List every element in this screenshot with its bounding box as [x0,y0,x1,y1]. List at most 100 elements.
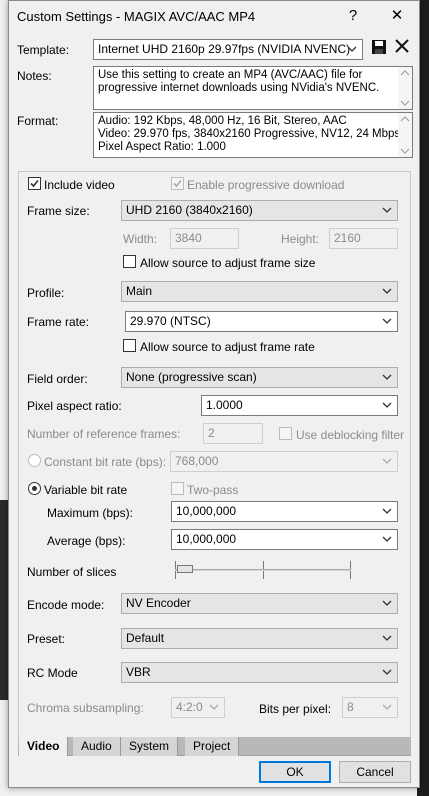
rc-mode-label: RC Mode [27,666,78,680]
bits-per-pixel-label: Bits per pixel: [259,702,332,716]
frame-size-label: Frame size: [27,204,90,218]
allow-frame-size-label: Allow source to adjust frame size [140,256,316,270]
chevron-down-icon [347,46,357,52]
include-video-label: Include video [44,178,115,192]
chevron-down-icon [382,600,392,606]
vbr-label: Variable bit rate [44,483,128,497]
encode-mode-label: Encode mode: [27,598,105,612]
cancel-button[interactable]: Cancel [339,761,411,783]
close-button[interactable]: ✕ [383,3,411,29]
scroll-up-icon[interactable] [400,69,410,77]
format-textarea: Audio: 192 Kbps, 48,000 Hz, 16 Bit, Ster… [93,112,413,158]
vbr-radio[interactable] [28,482,41,495]
scroll-down-icon[interactable] [400,147,410,155]
maximum-bps-value: 10,000,000 [176,504,237,518]
width-label: Width: [123,232,158,246]
slider-track[interactable] [175,569,351,571]
format-label: Format: [17,114,59,128]
average-bps-dropdown[interactable]: 10,000,000 [171,529,398,550]
tab-system[interactable]: System [121,737,179,756]
encode-mode-dropdown[interactable]: NV Encoder [121,593,398,614]
allow-frame-size-checkbox[interactable] [123,255,136,268]
save-icon[interactable] [371,39,387,55]
notes-scrollbar[interactable] [398,67,412,109]
chevron-down-icon [382,458,392,464]
help-button[interactable]: ? [339,3,367,29]
ok-button[interactable]: OK [259,761,331,783]
frame-rate-value: 29.970 (NTSC) [130,314,211,328]
rc-mode-value: VBR [126,665,151,679]
checkmark-icon [173,179,182,188]
allow-frame-rate-checkbox[interactable] [123,339,136,352]
include-video-checkbox[interactable] [28,177,41,190]
tab-video[interactable]: Video [19,737,69,756]
cbr-label: Constant bit rate (bps): [44,455,167,469]
field-order-label: Field order: [27,372,88,386]
format-line: Pixel Aspect Ratio: 1.000 [98,141,226,153]
average-bps-value: 10,000,000 [176,532,237,546]
progressive-download-label: Enable progressive download [187,178,345,192]
scroll-up-icon[interactable] [400,115,410,123]
chevron-down-icon [382,508,392,514]
custom-settings-dialog: Custom Settings - MAGIX AVC/AAC MP4 ? ✕ … [8,0,420,788]
maximum-bps-dropdown[interactable]: 10,000,000 [171,501,398,522]
progressive-download-checkbox[interactable] [171,177,184,190]
rc-mode-dropdown[interactable]: VBR [121,662,398,683]
pixel-aspect-label: Pixel aspect ratio: [27,399,122,413]
chevron-down-icon [382,374,392,380]
ref-frames-input[interactable]: 2 [203,423,263,444]
tab-audio[interactable]: Audio [73,737,121,756]
dialog-title: Custom Settings - MAGIX AVC/AAC MP4 [17,9,256,24]
profile-dropdown[interactable]: Main [121,281,398,302]
deblocking-checkbox[interactable] [279,427,292,440]
delete-icon[interactable] [395,39,409,53]
profile-value: Main [126,284,153,298]
notes-label: Notes: [17,69,52,83]
slider-thumb[interactable] [177,565,193,573]
cbr-dropdown[interactable]: 768,000 [170,451,398,472]
preset-dropdown[interactable]: Default [121,628,398,649]
chevron-down-icon [382,402,392,408]
frame-size-value: UHD 2160 (3840x2160) [126,203,253,217]
template-dropdown[interactable]: Internet UHD 2160p 29.97fps (NVIDIA NVEN… [93,39,363,60]
template-label: Template: [17,43,70,57]
field-order-value: None (progressive scan) [126,370,257,384]
notes-text: Use this setting to create an MP4 (AVC/A… [98,69,380,94]
format-line: Audio: 192 Kbps, 48,000 Hz, 16 Bit, Ster… [98,115,347,127]
chroma-dropdown[interactable]: 4:2:0 [171,697,225,718]
width-input[interactable]: 3840 [170,228,239,249]
pixel-aspect-dropdown[interactable]: 1.0000 [201,395,398,416]
format-scrollbar[interactable] [398,113,412,157]
two-pass-label: Two-pass [187,483,239,497]
cbr-value: 768,000 [175,454,219,468]
format-line: Video: 29.970 fps, 3840x2160 Progressive… [98,128,401,140]
chevron-down-icon [382,635,392,641]
checkmark-icon [30,179,39,188]
height-label: Height: [281,232,320,246]
slices-slider[interactable] [175,561,353,583]
bits-per-pixel-dropdown[interactable]: 8 [342,697,398,718]
height-input[interactable]: 2160 [329,228,398,249]
notes-textarea[interactable]: Use this setting to create an MP4 (AVC/A… [93,66,413,110]
chevron-down-icon [382,536,392,542]
slices-label: Number of slices [27,565,117,579]
two-pass-checkbox[interactable] [171,482,184,495]
tab-project[interactable]: Project [185,737,240,756]
field-order-dropdown[interactable]: None (progressive scan) [121,367,398,388]
chroma-label: Chroma subsampling: [27,701,144,715]
preset-value: Default [126,631,165,645]
cbr-radio[interactable] [28,454,41,467]
radio-dot [32,486,37,491]
template-value: Internet UHD 2160p 29.97fps (NVIDIA NVEN… [98,42,351,56]
chevron-down-icon [382,669,392,675]
frame-rate-dropdown[interactable]: 29.970 (NTSC) [125,311,398,332]
chevron-down-icon [382,704,392,710]
pixel-aspect-value: 1.0000 [206,398,243,412]
frame-size-dropdown[interactable]: UHD 2160 (3840x2160) [121,200,398,221]
preset-label: Preset: [27,632,66,646]
scroll-down-icon[interactable] [400,99,410,107]
average-bps-label: Average (bps): [47,534,126,548]
maximum-bps-label: Maximum (bps): [47,506,134,520]
deblocking-label: Use deblocking filter [296,428,405,442]
chevron-down-icon [382,318,392,324]
